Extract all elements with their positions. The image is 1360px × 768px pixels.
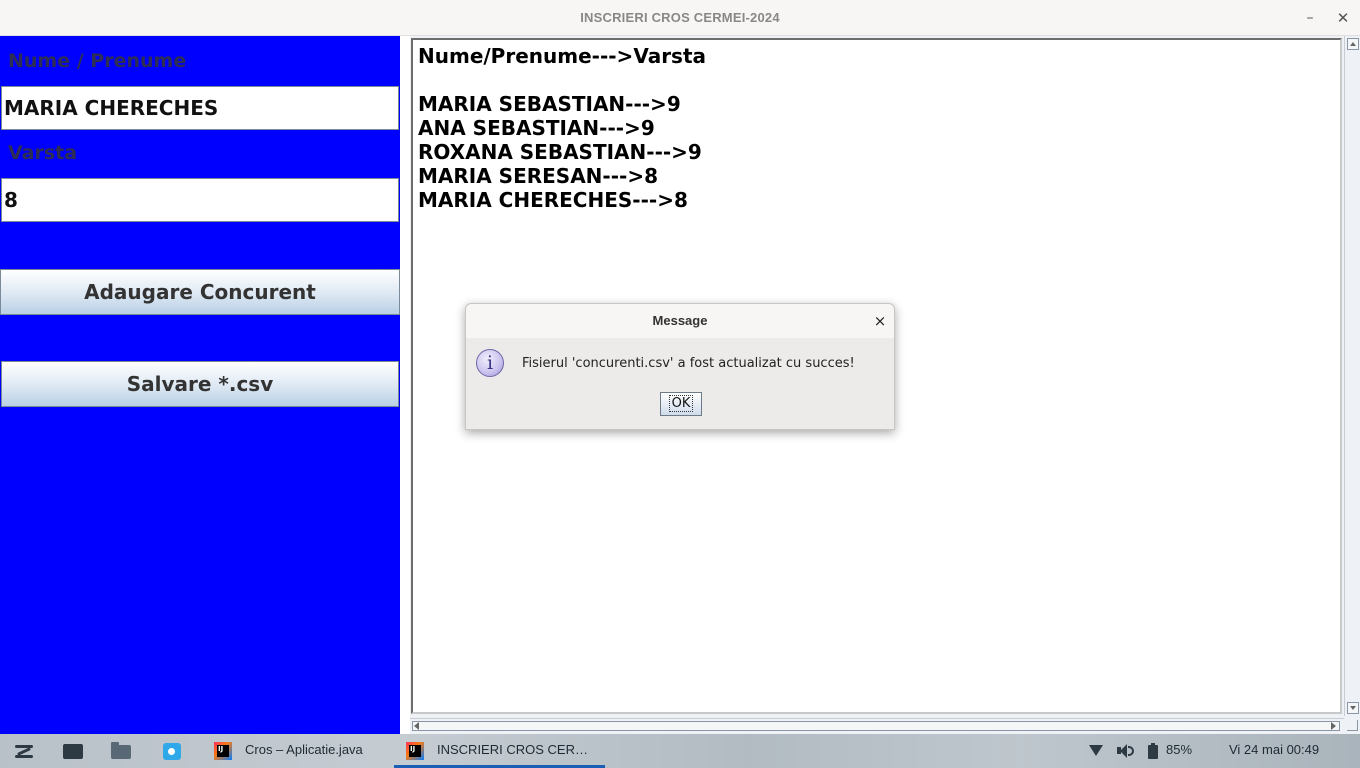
info-icon: i [476,349,504,377]
message-dialog: Message × i Fisierul 'concurenti.csv' a … [465,303,895,430]
horizontal-scrollbar[interactable] [410,718,1344,732]
software-store-icon[interactable] [163,741,181,761]
dialog-close-button[interactable]: × [868,309,892,333]
volume-icon[interactable] [1116,741,1134,761]
output-line: ANA SEBASTIAN--->9 [418,116,655,140]
ok-button-label: OK [668,395,694,412]
intellij-icon[interactable]: IJ [214,742,232,760]
horizontal-scroll-thumb[interactable] [412,721,1340,731]
wifi-icon[interactable] [1087,741,1105,761]
resize-corner [1344,718,1360,732]
intellij-icon[interactable]: IJ [406,742,424,760]
taskbar-app-cros[interactable]: Cros – Aplicatie.java [245,734,363,766]
window-titlebar: INSCRIERI CROS CERMEI-2024 – ✕ [0,0,1360,36]
close-window-button[interactable]: ✕ [1331,6,1355,30]
scroll-down-arrow-icon[interactable] [1347,702,1359,714]
age-label: Varsta [8,142,78,164]
form-panel: Nume / Prenume MARIA CHERECHES Varsta 8 … [0,36,400,734]
scroll-left-arrow-icon[interactable] [413,722,421,730]
taskbar-app-inscrieri[interactable]: INSCRIERI CROS CER… [437,734,588,766]
save-csv-button[interactable]: Salvare *.csv [1,361,399,407]
battery-percentage: 85% [1166,742,1193,757]
dialog-title: Message [466,304,894,338]
add-contestant-button[interactable]: Adaugare Concurent [0,269,400,315]
scroll-right-arrow-icon[interactable] [1330,722,1338,730]
vertical-scrollbar[interactable] [1344,36,1360,716]
name-label: Nume / Prenume [8,50,187,72]
ok-button[interactable]: OK [660,392,702,416]
minimize-button[interactable]: – [1298,6,1322,30]
name-input[interactable]: MARIA CHERECHES [1,86,399,130]
scroll-up-arrow-icon[interactable] [1347,38,1359,50]
output-line: MARIA SEBASTIAN--->9 [418,92,681,116]
dialog-message: Fisierul 'concurenti.csv' a fost actuali… [522,356,855,371]
output-line: MARIA SERESAN--->8 [418,164,658,188]
output-header: Nume/Prenume--->Varsta [418,44,707,68]
age-input[interactable]: 8 [1,178,399,222]
window-overview-icon[interactable] [62,741,84,761]
window-title: INSCRIERI CROS CERMEI-2024 [580,10,780,25]
output-line: MARIA CHERECHES--->8 [418,188,688,212]
clock[interactable]: Vi 24 mai 00:49 [1229,734,1319,766]
battery-icon[interactable] [1147,741,1159,761]
output-line: ROXANA SEBASTIAN--->9 [418,140,702,164]
files-icon[interactable] [111,741,131,761]
zorin-menu-icon[interactable] [13,741,35,761]
taskbar: IJ Cros – Aplicatie.java IJ INSCRIERI CR… [0,734,1360,768]
